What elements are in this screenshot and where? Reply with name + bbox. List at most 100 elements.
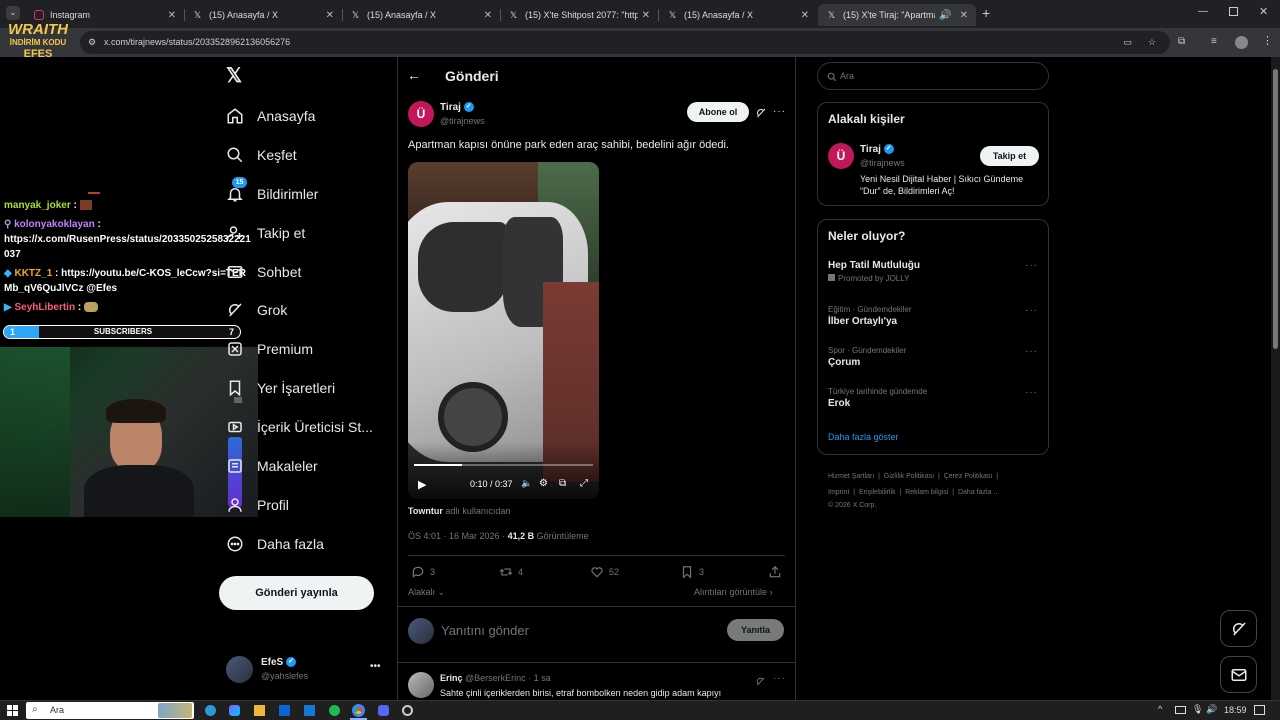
media-controls-icon[interactable]: ≡: [1211, 36, 1217, 47]
author-avatar[interactable]: Ü: [408, 101, 434, 127]
more-options-icon[interactable]: •••: [370, 661, 381, 672]
discord-icon[interactable]: [378, 705, 389, 716]
more-options-icon[interactable]: ···: [1025, 346, 1038, 357]
more-options-icon[interactable]: ···: [1025, 305, 1038, 316]
nav-articles[interactable]: Makaleler: [226, 452, 318, 480]
footer-link[interactable]: Erişilebilirlik: [859, 489, 896, 496]
fullscreen-icon[interactable]: ⤢: [580, 478, 588, 489]
tab-close-icon[interactable]: ✕: [484, 10, 492, 21]
grok-icon[interactable]: [755, 106, 767, 124]
view-quotes-link[interactable]: Alıntıları görüntüle ›: [694, 587, 773, 597]
attribution-user[interactable]: Towntur: [408, 506, 443, 516]
share-action[interactable]: [768, 565, 787, 579]
related-filter[interactable]: Alakalı ⌄: [408, 587, 445, 598]
show-more-link[interactable]: Daha fazla göster: [828, 432, 899, 442]
nav-premium[interactable]: Premium: [226, 335, 313, 363]
footer-link[interactable]: Hizmet Şartları: [828, 473, 874, 480]
url-bar[interactable]: ⚙ x.com/tirajnews/status/203352896213605…: [80, 31, 1170, 54]
like-action[interactable]: 52: [590, 565, 619, 579]
more-options-icon[interactable]: ···: [1025, 260, 1038, 271]
reply-input[interactable]: Yanıtını gönder: [441, 623, 529, 638]
restore-window-button[interactable]: [1229, 7, 1238, 16]
trend-item[interactable]: Eğitim · Gündemdekiler İlber Ortaylı'ya: [828, 305, 1038, 327]
speaker-icon[interactable]: 🔊: [1206, 704, 1217, 715]
bookmark-star-icon[interactable]: ☆: [1148, 31, 1156, 54]
page-scrollbar[interactable]: [1271, 57, 1280, 700]
nav-notifications[interactable]: 15 Bildirimler: [226, 177, 318, 208]
extensions-icon[interactable]: ⧉: [1178, 36, 1185, 47]
person-avatar[interactable]: Ü: [828, 143, 854, 169]
nav-explore[interactable]: Keşfet: [226, 141, 297, 169]
person-handle[interactable]: @tirajnews: [860, 158, 905, 168]
site-info-icon[interactable]: ⚙: [88, 31, 96, 54]
trend-item[interactable]: Hep Tatil Mutluluğu Promoted by JOLLY: [828, 260, 1038, 283]
account-switcher[interactable]: EfeS ✓ @yahslefes •••: [226, 656, 386, 686]
tab-close-icon[interactable]: ✕: [168, 10, 176, 21]
tray-chevron-icon[interactable]: ^: [1158, 704, 1162, 714]
footer-link[interactable]: Çerez Politikası: [944, 473, 993, 480]
speaker-icon[interactable]: 🔊: [939, 10, 951, 21]
author-name[interactable]: Tiraj: [440, 102, 461, 113]
profile-avatar-icon[interactable]: [1235, 36, 1248, 49]
search-box[interactable]: Ara: [817, 62, 1049, 90]
reply-author-handle[interactable]: @BerserkErinc · 1 sa: [465, 673, 551, 683]
microphone-icon[interactable]: 🎙: [1192, 704, 1203, 715]
post-button[interactable]: Gönderi yayınla: [219, 576, 374, 610]
video-progress-track[interactable]: [414, 464, 593, 466]
nav-follow[interactable]: Takip et: [226, 219, 305, 247]
spotify-icon[interactable]: [329, 705, 340, 716]
clock[interactable]: 18:59: [1224, 705, 1247, 715]
obs-icon[interactable]: [402, 705, 413, 716]
more-options-icon[interactable]: ···: [773, 673, 786, 684]
nav-bookmarks[interactable]: Yer İşaretleri: [226, 374, 335, 402]
tab-search-button[interactable]: ⌄: [6, 6, 20, 20]
messages-float-button[interactable]: [1220, 656, 1257, 693]
trend-item[interactable]: Türkiye tarihinde gündemde Erok: [828, 387, 1038, 409]
settings-icon[interactable]: ⚙: [539, 478, 548, 489]
explorer-icon[interactable]: [304, 705, 315, 716]
nav-home[interactable]: Anasayfa: [226, 102, 315, 130]
tab-x-tiraj-active[interactable]: 𝕏 (15) X'te Tiraj: "Apartman k 🔊 ✕: [818, 4, 976, 26]
nav-profile[interactable]: Profil: [226, 491, 289, 519]
x-logo-icon[interactable]: 𝕏: [226, 66, 246, 86]
tab-x-home-1[interactable]: 𝕏 (15) Anasayfa / X ✕: [184, 4, 342, 26]
chrome-icon[interactable]: [352, 704, 365, 717]
tab-x-home-2[interactable]: 𝕏 (15) Anasayfa / X ✕: [342, 4, 500, 26]
tweet-timestamp[interactable]: ÖS 4:01 · 16 Mar 2026 ·: [408, 531, 505, 541]
tab-close-icon[interactable]: ✕: [326, 10, 334, 21]
cast-icon[interactable]: ▭: [1123, 31, 1132, 54]
tab-close-icon[interactable]: ✕: [801, 10, 809, 21]
nav-creator-studio[interactable]: İçerik Üreticisi St...: [226, 413, 373, 441]
footer-link[interactable]: Imprint: [828, 489, 849, 496]
store-icon[interactable]: [254, 705, 265, 716]
reply-action[interactable]: 3: [411, 565, 435, 579]
footer-link[interactable]: Gizlilik Politikası: [884, 473, 934, 480]
more-options-icon[interactable]: ···: [1025, 387, 1038, 398]
new-tab-button[interactable]: +: [982, 5, 990, 21]
bookmark-action[interactable]: 3: [680, 565, 704, 579]
minimize-window-button[interactable]: —: [1198, 6, 1208, 17]
trend-item[interactable]: Spor · Gündemdekiler Çorum: [828, 346, 1038, 368]
play-icon[interactable]: ▶: [418, 478, 426, 491]
footer-link[interactable]: Daha fazla ...: [958, 489, 999, 496]
close-window-button[interactable]: ✕: [1259, 5, 1268, 18]
grok-float-button[interactable]: [1220, 610, 1257, 647]
reply-author-name[interactable]: Erinç: [440, 673, 463, 683]
author-handle[interactable]: @tirajnews: [440, 116, 485, 126]
volume-icon[interactable]: 🔈: [521, 478, 532, 489]
repost-action[interactable]: 4: [499, 565, 523, 579]
edge-icon[interactable]: [205, 705, 216, 716]
chrome-menu-icon[interactable]: ⋮: [1262, 34, 1273, 47]
subscribe-button[interactable]: Abone ol: [687, 102, 749, 122]
nav-chat[interactable]: Sohbet: [226, 258, 301, 286]
person-name[interactable]: Tiraj: [860, 144, 881, 155]
nav-grok[interactable]: Grok: [226, 296, 287, 324]
tab-x-home-3[interactable]: 𝕏 (15) Anasayfa / X ✕: [659, 4, 817, 26]
tab-x-shitpost[interactable]: 𝕏 (15) X'te Shitpost 2077: "https:/ ✕: [500, 4, 658, 26]
copilot-icon[interactable]: [229, 705, 240, 716]
reply-author-avatar[interactable]: [408, 672, 434, 698]
tab-close-icon[interactable]: ✕: [642, 10, 650, 21]
scrollbar-thumb[interactable]: [1273, 69, 1278, 349]
reply-button[interactable]: Yanıtla: [727, 619, 784, 641]
windows-start-icon[interactable]: [7, 705, 18, 716]
